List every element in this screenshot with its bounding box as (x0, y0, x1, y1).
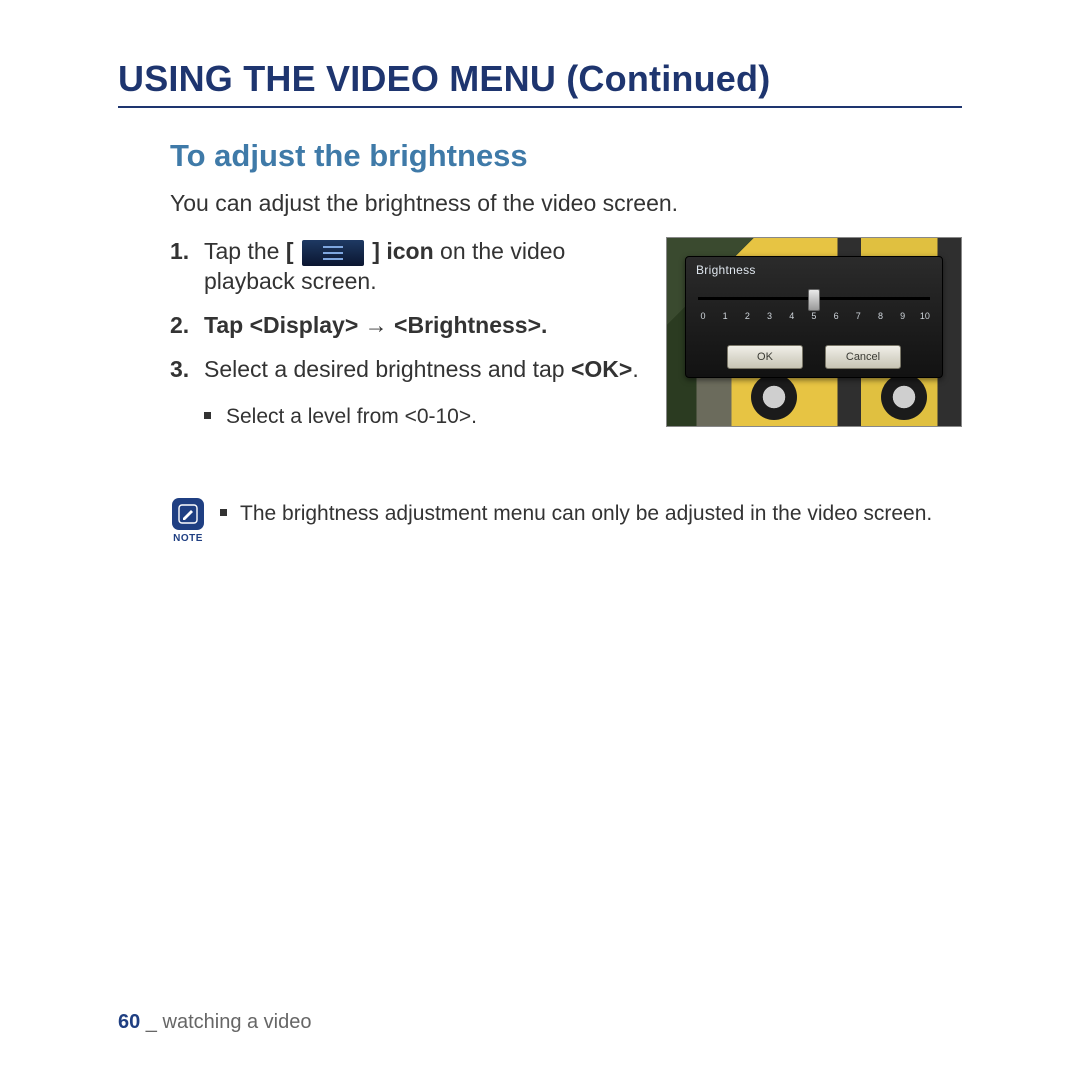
step-1-bracket-open: [ (286, 238, 294, 264)
step-3: 3. Select a desired brightness and tap <… (170, 355, 648, 430)
tick-label: 7 (853, 311, 863, 321)
page-number: 60 (118, 1011, 140, 1033)
brightness-screenshot: Brightness 0 1 2 3 4 5 6 7 8 (666, 237, 962, 427)
step-1-text-a: Tap the (204, 238, 286, 264)
tick-label: 4 (787, 311, 797, 321)
step-3-subitem: Select a level from <0-10>. (204, 403, 648, 430)
tick-label: 8 (876, 311, 886, 321)
step-2-text: Tap <Display> → <Brightness>. (204, 312, 547, 338)
brightness-panel: Brightness 0 1 2 3 4 5 6 7 8 (685, 256, 943, 378)
car-wheel-decor (751, 374, 797, 420)
page-heading: USING THE VIDEO MENU (Continued) (118, 58, 962, 100)
note-label: NOTE (170, 533, 206, 544)
pencil-note-icon (178, 504, 198, 524)
tick-label: 10 (920, 311, 930, 321)
section-intro: You can adjust the brightness of the vid… (170, 190, 962, 217)
ok-button: OK (727, 345, 803, 369)
step-1-icon-word: ] icon (372, 238, 433, 264)
tick-label: 3 (765, 311, 775, 321)
menu-icon (302, 240, 364, 266)
step-1-number: 1. (170, 237, 189, 267)
step-3-text-a: Select a desired brightness and tap (204, 356, 571, 382)
tick-label: 2 (742, 311, 752, 321)
cancel-button: Cancel (825, 345, 901, 369)
brightness-slider (698, 289, 930, 309)
page-footer: 60 _ watching a video (118, 1011, 311, 1034)
step-3-number: 3. (170, 355, 189, 385)
section-subheading: To adjust the brightness (170, 138, 962, 174)
tick-label: 9 (898, 311, 908, 321)
slider-ticks: 0 1 2 3 4 5 6 7 8 9 10 (698, 311, 930, 321)
slider-thumb (808, 289, 820, 311)
tick-label: 0 (698, 311, 708, 321)
tick-label: 1 (720, 311, 730, 321)
step-3-ok: <OK> (571, 356, 632, 382)
heading-rule (118, 106, 962, 108)
footer-section: watching a video (163, 1011, 312, 1033)
note-text: The brightness adjustment menu can only … (220, 500, 932, 527)
step-2-number: 2. (170, 311, 189, 341)
brightness-panel-title: Brightness (686, 257, 942, 277)
footer-sep: _ (140, 1011, 162, 1033)
tick-label: 6 (831, 311, 841, 321)
step-2: 2. Tap <Display> → <Brightness>. (170, 311, 648, 341)
note-icon (172, 498, 204, 530)
screenshot-background: Brightness 0 1 2 3 4 5 6 7 8 (667, 238, 961, 426)
tick-label: 5 (809, 311, 819, 321)
step-1: 1. Tap the [ ] icon on the video playbac… (170, 237, 648, 297)
car-wheel-decor (881, 374, 927, 420)
step-3-text-c: . (632, 356, 638, 382)
